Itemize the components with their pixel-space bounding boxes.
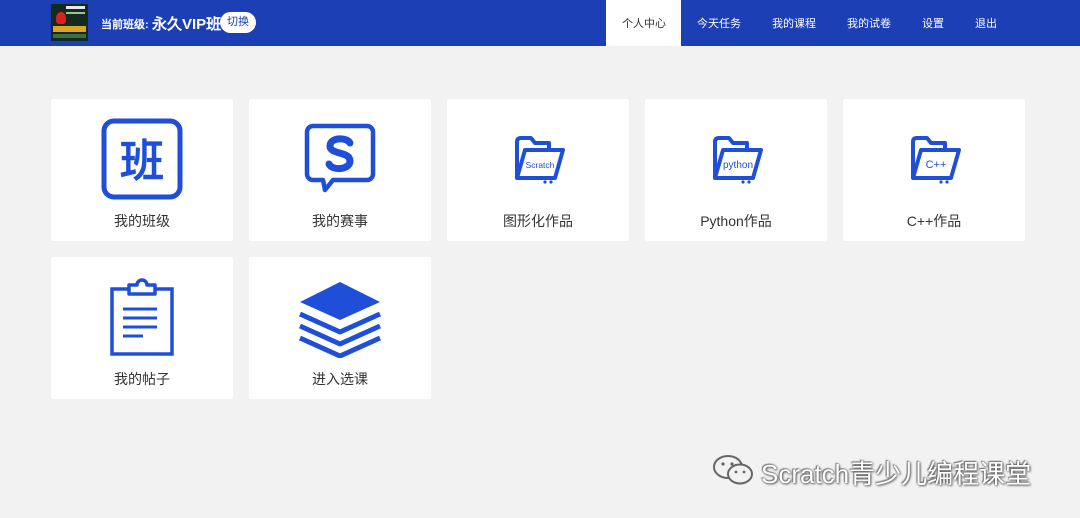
current-class-name: 永久VIP班 <box>152 16 222 33</box>
current-class-label: 当前班级: <box>101 19 149 31</box>
folder-scratch-icon: Scratch <box>515 136 565 184</box>
card-my-posts[interactable]: 我的帖子 <box>51 257 233 399</box>
nav-my-exams[interactable]: 我的试卷 <box>847 15 891 31</box>
nav-logout[interactable]: 退出 <box>975 15 997 31</box>
scratch-course-logo-icon[interactable] <box>51 4 88 41</box>
card-label: 我的帖子 <box>114 371 170 387</box>
svg-text:班: 班 <box>120 136 164 187</box>
folder-cpp-icon: C++ <box>911 136 961 184</box>
card-scratch-works[interactable]: Scratch 图形化作品 <box>447 99 629 241</box>
nav-my-courses[interactable]: 我的课程 <box>772 15 816 31</box>
layers-icon <box>299 282 381 358</box>
clipboard-post-icon <box>110 278 174 356</box>
card-label: 我的赛事 <box>312 213 368 229</box>
card-python-works[interactable]: python Python作品 <box>645 99 827 241</box>
nav-settings[interactable]: 设置 <box>922 15 944 31</box>
folder-python-icon: python <box>713 136 763 184</box>
svg-text:C++: C++ <box>926 159 947 171</box>
top-navbar: 当前班级: 永久VIP班 切换 个人中心 今天任务 我的课程 我的试卷 设置 退… <box>0 0 1080 46</box>
class-ban-icon: 班 <box>101 118 183 200</box>
card-cpp-works[interactable]: C++ C++作品 <box>843 99 1025 241</box>
competition-s-icon <box>304 123 376 193</box>
card-label: 我的班级 <box>114 213 170 229</box>
card-label: 图形化作品 <box>503 213 573 229</box>
nav-personal-center[interactable]: 个人中心 <box>622 15 666 31</box>
switch-class-button[interactable]: 切换 <box>220 12 256 33</box>
card-label: 进入选课 <box>312 371 368 387</box>
card-label: C++作品 <box>906 213 962 229</box>
svg-text:Scratch: Scratch <box>526 160 555 170</box>
card-label: Python作品 <box>700 213 772 229</box>
wechat-icon <box>713 455 753 485</box>
nav-today-tasks[interactable]: 今天任务 <box>697 15 741 31</box>
watermark-text: Scratch青少儿编程课堂 <box>761 459 1032 489</box>
card-course-selection[interactable]: 进入选课 <box>249 257 431 399</box>
card-my-competition[interactable]: 我的赛事 <box>249 99 431 241</box>
card-my-class[interactable]: 班 我的班级 <box>51 99 233 241</box>
svg-text:python: python <box>723 160 753 171</box>
